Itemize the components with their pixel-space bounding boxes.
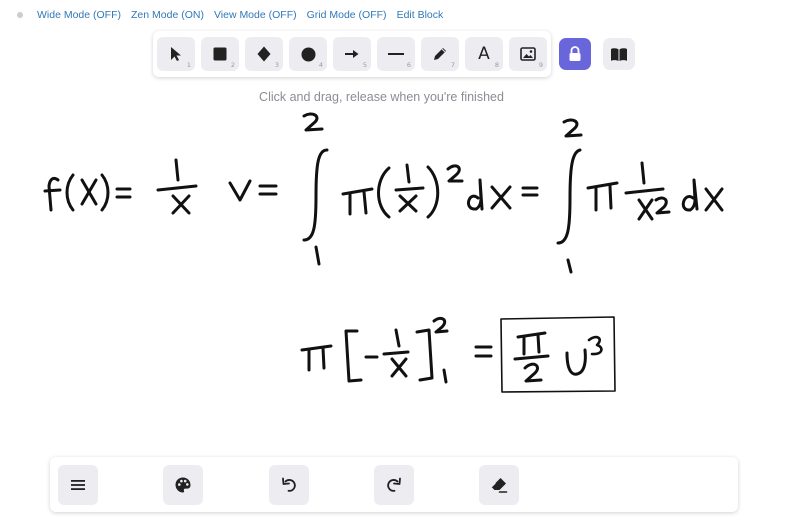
whiteboard-page: Wide Mode (OFF) Zen Mode (ON) View Mode … <box>0 0 785 527</box>
zen-mode-link[interactable]: Zen Mode (ON) <box>131 8 204 22</box>
redo-button[interactable] <box>374 465 414 505</box>
mode-links: Wide Mode (OFF) Zen Mode (ON) View Mode … <box>14 8 453 22</box>
style-button[interactable] <box>163 465 203 505</box>
volume-integral <box>228 112 539 266</box>
square-icon <box>213 47 227 61</box>
eraser-icon <box>491 478 508 493</box>
boxed-answer <box>500 316 616 393</box>
tool-shortcut: 8 <box>494 61 499 69</box>
circle-icon <box>301 47 315 61</box>
shape-toolbar: 1 2 3 4 5 6 7 A 8 9 <box>153 31 551 77</box>
tool-image[interactable]: 9 <box>509 37 547 71</box>
tool-shortcut: 2 <box>230 61 235 69</box>
undo-icon <box>282 477 296 492</box>
tool-shortcut: 6 <box>406 61 411 69</box>
menu-button[interactable] <box>58 465 98 505</box>
lock-tool-button[interactable] <box>559 38 591 70</box>
function-definition <box>43 158 198 215</box>
tool-ellipse[interactable]: 4 <box>289 37 327 71</box>
undo-button[interactable] <box>269 465 309 505</box>
library-button[interactable] <box>603 38 635 70</box>
hamburger-icon <box>71 480 85 490</box>
handwritten-math <box>43 112 724 393</box>
pointer-icon <box>171 47 181 61</box>
palette-icon <box>175 477 191 493</box>
simplified-integral <box>556 118 724 274</box>
text-icon: A <box>478 43 490 64</box>
line-icon <box>388 53 404 55</box>
tool-line[interactable]: 6 <box>377 37 415 71</box>
clear-canvas-button[interactable] <box>479 465 519 505</box>
wide-mode-link[interactable]: Wide Mode (OFF) <box>37 8 121 22</box>
edit-block-link[interactable]: Edit Block <box>397 8 444 22</box>
image-icon <box>520 47 536 61</box>
drawing-canvas[interactable] <box>0 100 785 450</box>
lock-icon <box>569 46 581 61</box>
arrow-icon <box>345 50 359 58</box>
tool-draw[interactable]: 7 <box>421 37 459 71</box>
tool-text[interactable]: A 8 <box>465 37 503 71</box>
bottom-toolbar <box>50 457 738 512</box>
tool-shortcut: 3 <box>274 61 279 69</box>
grid-mode-link[interactable]: Grid Mode (OFF) <box>307 8 387 22</box>
tool-shortcut: 5 <box>362 61 367 69</box>
tool-selection[interactable]: 1 <box>157 37 195 71</box>
tool-shortcut: 7 <box>450 61 455 69</box>
pencil-icon <box>434 48 446 60</box>
view-mode-link[interactable]: View Mode (OFF) <box>214 8 297 22</box>
tool-shortcut: 9 <box>538 61 543 69</box>
tool-diamond[interactable]: 3 <box>245 37 283 71</box>
tool-rectangle[interactable]: 2 <box>201 37 239 71</box>
book-icon <box>611 47 627 61</box>
evaluated-result <box>300 316 493 384</box>
drag-handle-dot[interactable] <box>17 12 23 18</box>
tool-arrow[interactable]: 5 <box>333 37 371 71</box>
diamond-icon <box>257 46 271 62</box>
tool-shortcut: 1 <box>186 61 191 69</box>
redo-icon <box>387 477 401 492</box>
tool-shortcut: 4 <box>318 61 323 69</box>
